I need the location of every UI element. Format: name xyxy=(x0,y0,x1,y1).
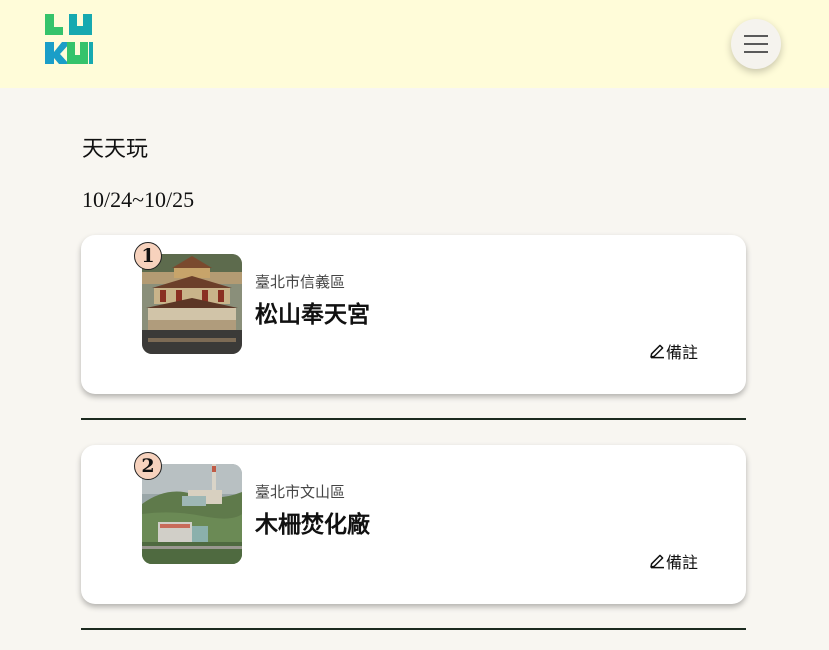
stop-card[interactable]: 1 臺北市信義區 松山奉天宮 備註 xyxy=(81,235,746,394)
header xyxy=(0,0,829,88)
stop-photo xyxy=(142,254,242,354)
note-label: 備註 xyxy=(666,343,699,362)
note-label: 備註 xyxy=(666,553,699,572)
stop-number-badge: 2 xyxy=(134,452,162,480)
menu-button[interactable] xyxy=(731,19,781,69)
divider xyxy=(81,418,746,420)
stop-name: 松山奉天宮 xyxy=(255,302,370,328)
note-button[interactable]: 備註 xyxy=(649,339,698,363)
divider xyxy=(81,628,746,630)
hamburger-icon xyxy=(744,35,768,53)
note-button[interactable]: 備註 xyxy=(649,549,698,573)
stop-photo xyxy=(142,464,242,564)
lukui-logo[interactable] xyxy=(45,14,93,64)
stop-number-badge: 1 xyxy=(134,242,162,270)
trip-title: 天天玩 xyxy=(82,137,149,162)
stop-card[interactable]: 2 臺北市文山區 木柵焚化廠 備註 xyxy=(81,445,746,604)
trip-date-range: 10/24~10/25 xyxy=(82,187,195,212)
pencil-icon xyxy=(650,344,664,359)
stop-district: 臺北市信義區 xyxy=(255,273,346,291)
stop-name: 木柵焚化廠 xyxy=(255,512,370,538)
pencil-icon xyxy=(650,554,664,569)
stop-district: 臺北市文山區 xyxy=(255,483,346,501)
